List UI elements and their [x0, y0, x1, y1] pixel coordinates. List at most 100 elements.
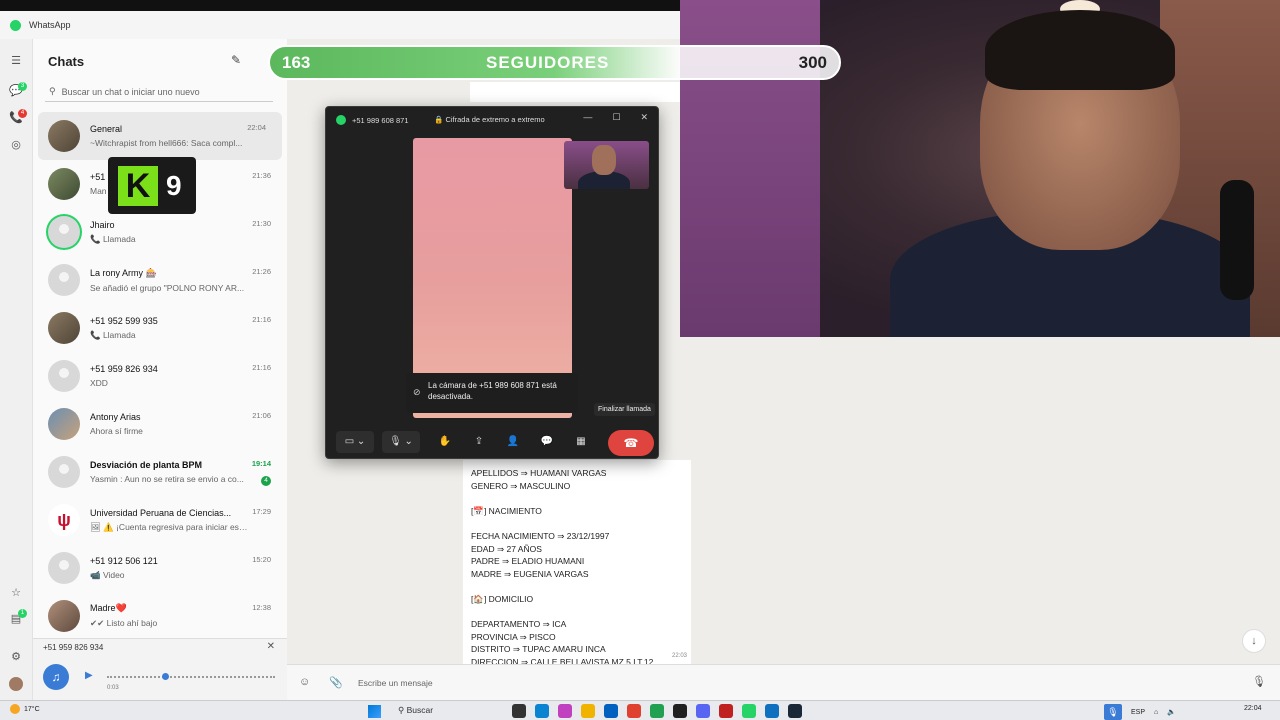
chat-name: Jhairo — [90, 219, 115, 230]
k9-overlay: K 9 — [108, 157, 196, 214]
chat-body: Desviación de planta BPM Yasmin : Aun no … — [90, 460, 279, 484]
mic-icon[interactable]: 🎙 — [1252, 675, 1266, 688]
menu-icon[interactable]: ☰ — [9, 54, 23, 68]
message-line: [📅] NACIMIENTO — [471, 505, 542, 516]
system-tray: 🎙 ESP ⌂ 🔈 — [1104, 704, 1176, 720]
chat-last-message: Ahora sí firme — [90, 426, 143, 436]
chat-list-item[interactable]: Desviación de planta BPM Yasmin : Aun no … — [33, 448, 287, 496]
tray-mic-icon[interactable]: 🎙 — [1104, 704, 1122, 720]
chat-list-item[interactable]: Madre❤️ ✔✔ Listo ahí bajo 12:38 — [33, 592, 287, 640]
chat-list-item[interactable]: Antony Arias Ahora sí firme 21:06 — [33, 400, 287, 448]
weather-widget[interactable]: 17°C — [10, 704, 40, 714]
unread-badge: 4 — [261, 476, 271, 486]
audio-knob[interactable] — [162, 673, 170, 680]
add-person-icon[interactable]: 👤 — [496, 431, 530, 453]
chat-body: +51 952 599 935 📞 Llamada — [90, 316, 279, 341]
attach-icon[interactable]: 📎 — [329, 676, 343, 689]
minimize-icon[interactable]: — — [583, 112, 592, 123]
self-face — [592, 145, 616, 175]
chat-last-message: ✔✔ Listo ahí bajo — [90, 618, 158, 628]
chat-list-item[interactable]: ψ Universidad Peruana de Ciencias... 🖼 ⚠️ … — [33, 496, 287, 544]
followers-goal-bar: 163 SEGUIDORES 300 — [268, 45, 841, 80]
start-button[interactable] — [368, 705, 381, 718]
message-lines: APELLIDOS ⇒ HUAMANI VARGAS GENERO ⇒ MASCU… — [471, 467, 683, 669]
message-line — [471, 580, 683, 593]
calls-badge: 4 — [18, 109, 27, 118]
chat-list-item[interactable]: +51 952 599 935 📞 Llamada 21:16 — [33, 304, 287, 352]
search-placeholder: Buscar un chat o iniciar uno nuevo — [61, 86, 200, 97]
mic-button[interactable]: 🎙 ⌄ — [382, 431, 420, 453]
new-chat-icon[interactable]: ✎ — [231, 53, 241, 67]
share-screen-icon[interactable]: ⇪ — [462, 431, 496, 453]
more-icon[interactable]: ▦ — [564, 431, 598, 453]
followers-current: 163 — [282, 53, 311, 72]
search-input[interactable]: ⚲ Buscar un chat o iniciar uno nuevo — [45, 82, 273, 102]
avatar[interactable]: ψ — [48, 504, 80, 536]
discord-icon[interactable] — [696, 704, 710, 718]
clock[interactable]: 22:04 — [1244, 705, 1262, 712]
avatar[interactable] — [48, 360, 80, 392]
window-controls: — ☐ ✕ — [583, 112, 648, 123]
avatar[interactable] — [48, 216, 80, 248]
steam-icon[interactable] — [788, 704, 802, 718]
status-icon[interactable]: ◎ — [9, 138, 23, 152]
chat-bubble-icon[interactable]: 💬 — [530, 431, 564, 453]
avatar[interactable] — [48, 312, 80, 344]
end-call-button[interactable]: ☎ — [608, 430, 654, 456]
avatar[interactable] — [48, 168, 80, 200]
chat-name: Madre❤️ — [90, 603, 127, 613]
message-line: EDAD ⇒ 27 AÑOS — [471, 543, 542, 554]
avatar[interactable] — [48, 264, 80, 296]
message-line — [471, 517, 683, 530]
volume-icon[interactable]: 🔈 — [1167, 708, 1176, 716]
chat-list-item[interactable]: La rony Army 🎰 Se añadió el grupo "POLNO … — [33, 256, 287, 304]
folder-icon[interactable] — [581, 704, 595, 718]
profile-avatar[interactable] — [9, 677, 23, 691]
avatar[interactable] — [48, 456, 80, 488]
avatar[interactable] — [48, 120, 80, 152]
message-bubble: APELLIDOS ⇒ HUAMANI VARGAS GENERO ⇒ MASCU… — [463, 460, 691, 667]
raise-hand-icon[interactable]: ✋ — [428, 431, 462, 453]
scroll-down-button[interactable]: ↓ — [1242, 629, 1266, 653]
windows-taskbar: 17°C ⚲ Buscar 🎙 ESP ⌂ 🔈 22:04 — [0, 700, 1280, 720]
chat-list-item[interactable]: General ~Witchrapist from hell666: Saca c… — [38, 112, 282, 160]
store-icon[interactable] — [604, 704, 618, 718]
obs-icon[interactable] — [673, 704, 687, 718]
message-time: 22:03 — [671, 653, 687, 660]
app-icon[interactable] — [765, 704, 779, 718]
chat-list-item[interactable]: Jhairo 📞 Llamada 21:30 — [33, 208, 287, 256]
chrome-icon[interactable] — [627, 704, 641, 718]
play-icon[interactable]: ▶ — [85, 670, 93, 681]
music-icon: ♫ — [43, 664, 69, 690]
close-audio-icon[interactable]: ✕ — [267, 641, 275, 652]
app-icon[interactable] — [558, 704, 572, 718]
chat-name: General — [90, 124, 123, 134]
chat-list-item[interactable]: +51 959 826 934 XDD 21:16 — [33, 352, 287, 400]
network-icon[interactable]: ⌂ — [1154, 709, 1158, 716]
app-icon[interactable] — [512, 704, 526, 718]
maximize-icon[interactable]: ☐ — [612, 112, 620, 123]
self-view[interactable] — [564, 141, 649, 189]
message-line — [471, 606, 683, 619]
edge-icon[interactable] — [535, 704, 549, 718]
audio-track[interactable] — [107, 676, 275, 678]
app-icon[interactable] — [650, 704, 664, 718]
audio-elapsed: 0:03 — [107, 685, 119, 691]
avatar[interactable] — [48, 408, 80, 440]
camera-off-toast: ⊘ La cámara de +51 989 608 871 está desa… — [406, 373, 578, 413]
emoji-icon[interactable]: ☺ — [299, 676, 310, 688]
whatsapp-icon[interactable] — [742, 704, 756, 718]
chat-list-item[interactable]: +51 912 506 121 📹 Video 15:20 — [33, 544, 287, 592]
message-input[interactable]: Escribe un mensaje — [358, 678, 433, 688]
language-indicator[interactable]: ESP — [1131, 709, 1145, 716]
avatar[interactable] — [48, 552, 80, 584]
camera-button[interactable]: ▭ ⌄ — [336, 431, 374, 453]
message-line: DEPARTAMENTO ⇒ ICA — [471, 619, 567, 630]
taskbar-search[interactable]: ⚲ Buscar — [398, 705, 433, 716]
settings-icon[interactable]: ⚙ — [9, 650, 23, 664]
chat-last-message: 📞 Llamada — [90, 329, 136, 340]
close-icon[interactable]: ✕ — [640, 112, 648, 123]
app-icon[interactable] — [719, 704, 733, 718]
avatar[interactable] — [48, 600, 80, 632]
starred-icon[interactable]: ☆ — [9, 586, 23, 600]
